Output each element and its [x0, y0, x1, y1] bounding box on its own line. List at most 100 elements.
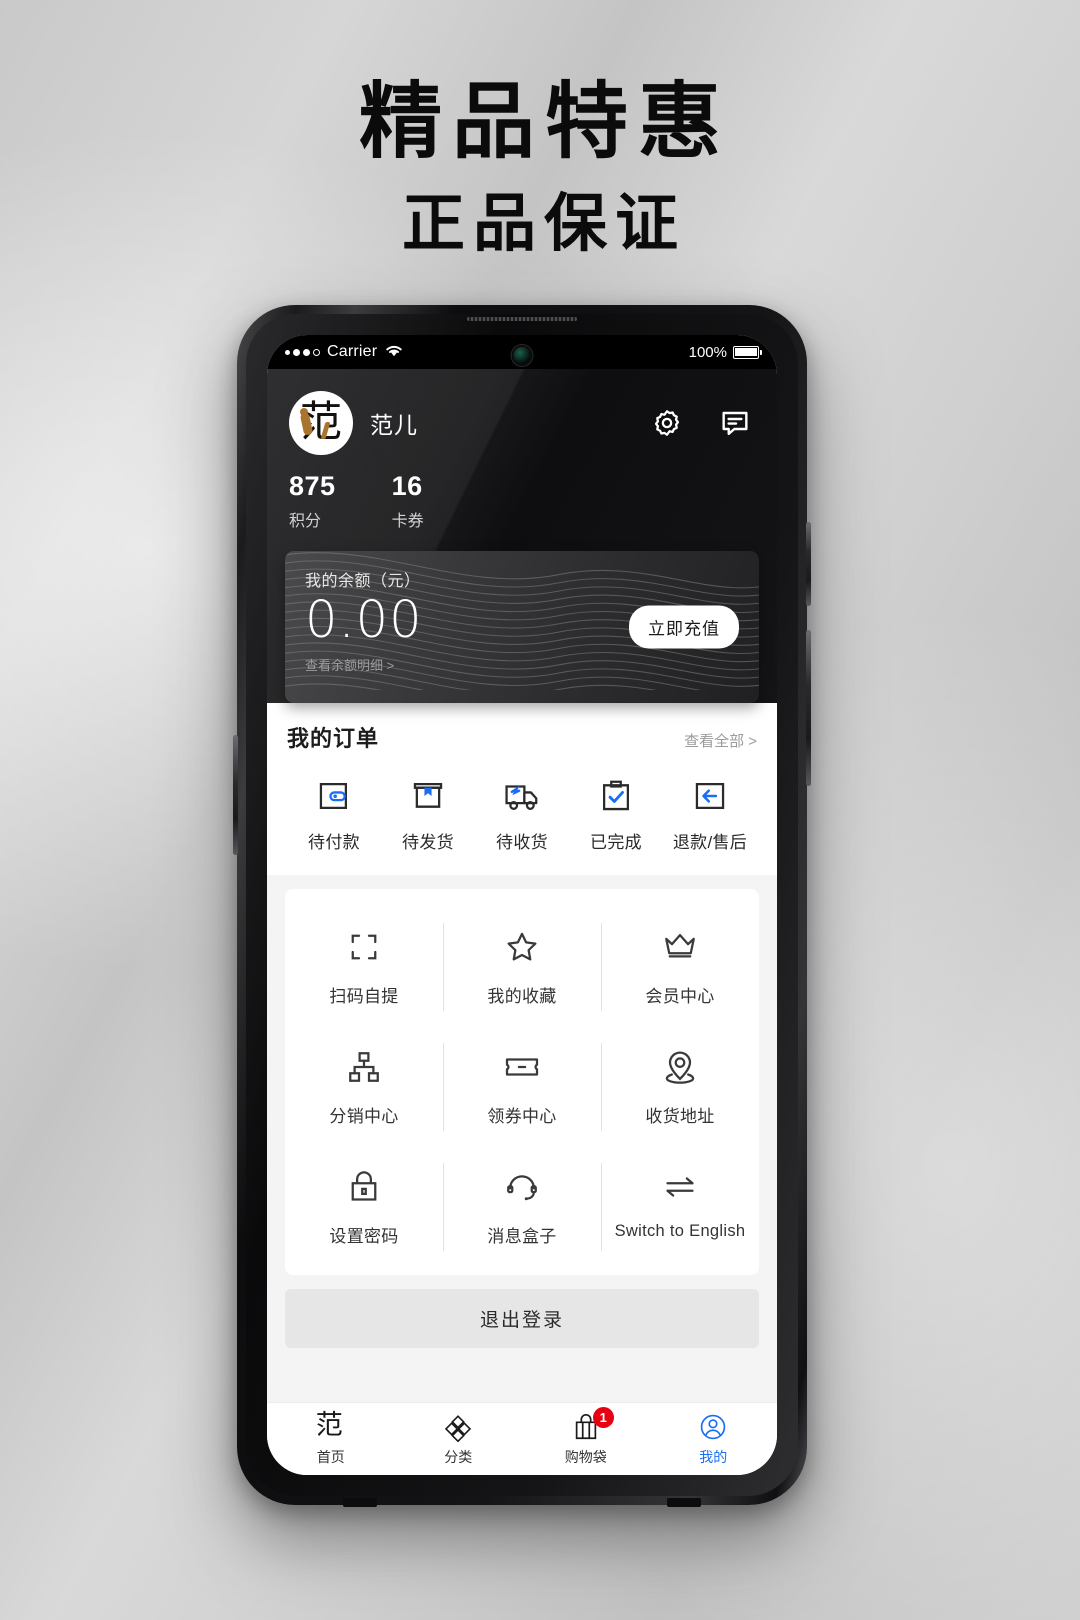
order-status-completed[interactable]: 已完成	[569, 777, 663, 853]
order-status-label: 待收货	[496, 833, 548, 852]
order-status-label: 待付款	[308, 833, 360, 852]
bottom-tab-bar: 范 首页 分类 1 购物袋 我的	[267, 1402, 777, 1475]
stat-points[interactable]: 875 积分	[289, 471, 336, 531]
earpiece-speaker	[467, 317, 577, 321]
home-glyph-char: 范	[315, 1410, 343, 1440]
balance-card: 我的余额（元） 0.00 查看余额明细 > 立即充值	[285, 551, 759, 703]
username-label: 范儿	[370, 412, 418, 438]
menu-item-label: 我的收藏	[487, 987, 557, 1006]
volume-button[interactable]	[806, 522, 811, 606]
phone-screen: Carrier 100% 范 范儿 875 积分 16 卡券 我的余额（元） 0…	[267, 335, 777, 1475]
crown-icon	[660, 927, 700, 967]
star-icon	[502, 927, 542, 967]
signal-strength-icon	[285, 348, 320, 356]
scan-icon	[344, 927, 384, 967]
clipboard-check-icon	[597, 777, 635, 815]
order-status-label: 待发货	[402, 833, 454, 852]
promo-headline: 精品特惠 正品保证	[0, 76, 1080, 264]
orders-view-all-link[interactable]: 查看全部 >	[684, 730, 757, 751]
menu-item-message-box[interactable]: 消息盒子	[443, 1149, 601, 1269]
menu-item-address[interactable]: 收货地址	[601, 1029, 759, 1149]
header-actions	[651, 407, 755, 439]
phone-foot-right	[667, 1498, 701, 1507]
orders-title: 我的订单	[287, 726, 380, 751]
menu-item-label: 分销中心	[329, 1107, 399, 1126]
swap-arrows-icon	[660, 1167, 700, 1207]
stat-label: 积分	[289, 513, 322, 530]
order-status-shipping[interactable]: 待收货	[475, 777, 569, 853]
profile-row: 范 范儿	[267, 369, 777, 455]
menu-item-label: Switch to English	[614, 1222, 746, 1240]
menu-item-coupons[interactable]: 领券中心	[443, 1029, 601, 1149]
menu-item-label: 领券中心	[487, 1107, 557, 1126]
menu-row-2: 分销中心 领券中心 收货地址	[285, 1029, 759, 1149]
profile-stats: 875 积分 16 卡券	[267, 455, 777, 553]
balance-label: 我的余额（元）	[305, 573, 421, 590]
tab-home[interactable]: 范 首页	[267, 1412, 395, 1467]
chat-icon[interactable]	[719, 407, 751, 439]
cart-badge: 1	[592, 1407, 614, 1428]
location-pin-icon	[660, 1047, 700, 1087]
logout-section: 退出登录	[267, 1275, 777, 1348]
order-status-label: 已完成	[590, 833, 642, 852]
promo-line-1: 精品特惠	[359, 76, 731, 168]
battery-icon	[733, 345, 762, 359]
coupon-icon	[502, 1047, 542, 1087]
menu-item-membership[interactable]: 会员中心	[601, 909, 759, 1029]
category-diamond-icon	[443, 1412, 473, 1443]
headset-icon	[502, 1167, 542, 1207]
lock-icon	[344, 1167, 384, 1207]
menu-item-label: 会员中心	[645, 987, 715, 1006]
menu-item-set-password[interactable]: 设置密码	[285, 1149, 443, 1269]
network-icon	[344, 1047, 384, 1087]
tab-label: 我的	[699, 1449, 728, 1465]
menu-item-label: 消息盒子	[487, 1227, 557, 1246]
tab-category[interactable]: 分类	[395, 1412, 523, 1467]
menu-item-favorites[interactable]: 我的收藏	[443, 909, 601, 1029]
phone-bezel: Carrier 100% 范 范儿 875 积分 16 卡券 我的余额（元） 0…	[246, 314, 798, 1496]
avatar[interactable]: 范	[289, 391, 353, 455]
menu-row-3: 设置密码 消息盒子 Switch to English	[285, 1149, 759, 1269]
stat-label: 卡券	[391, 513, 424, 530]
stat-coupons[interactable]: 16 卡券	[392, 471, 424, 531]
menu-section: 扫码自提 我的收藏 会员中心 分销中心 领券中心 收货地址 设置密码 消息盒子 …	[267, 875, 777, 1275]
front-camera-icon	[513, 347, 531, 364]
order-status-refund[interactable]: 退款/售后	[663, 777, 757, 853]
app-root: Carrier 100% 范 范儿 875 积分 16 卡券 我的余额（元） 0…	[267, 335, 777, 1475]
phone-mockup: Carrier 100% 范 范儿 875 积分 16 卡券 我的余额（元） 0…	[233, 305, 811, 1507]
orders-header: 我的订单 查看全部 >	[287, 721, 757, 753]
phone-foot-left	[343, 1498, 377, 1507]
topup-button[interactable]: 立即充值	[629, 605, 739, 649]
order-status-label: 退款/售后	[672, 833, 748, 852]
menu-item-label: 扫码自提	[329, 987, 399, 1006]
wallet-icon	[315, 777, 353, 815]
profile-header: 范 范儿 875 积分 16 卡券 我的余额（元） 0.00 查看余额明细 > …	[267, 369, 777, 703]
order-status-to-ship[interactable]: 待发货	[381, 777, 475, 853]
balance-detail-link[interactable]: 查看余额明细 >	[305, 655, 739, 674]
menu-card: 扫码自提 我的收藏 会员中心 分销中心 领券中心 收货地址 设置密码 消息盒子 …	[285, 889, 759, 1275]
battery-percent-label: 100%	[688, 343, 727, 361]
menu-item-label: 设置密码	[329, 1227, 399, 1246]
tab-mine[interactable]: 我的	[650, 1412, 778, 1467]
order-status-unpaid[interactable]: 待付款	[287, 777, 381, 853]
menu-item-scan-pickup[interactable]: 扫码自提	[285, 909, 443, 1029]
stat-value: 16	[391, 471, 423, 501]
balance-card-wrap: 我的余额（元） 0.00 查看余额明细 > 立即充值	[267, 551, 777, 703]
truck-icon	[503, 777, 541, 815]
menu-item-distribution[interactable]: 分销中心	[285, 1029, 443, 1149]
package-icon	[409, 777, 447, 815]
menu-item-switch-language[interactable]: Switch to English	[601, 1149, 759, 1269]
display-notch	[458, 335, 586, 369]
left-side-button[interactable]	[233, 735, 238, 855]
power-button[interactable]	[806, 630, 811, 786]
wifi-icon	[384, 343, 404, 362]
status-bar-left: Carrier	[285, 343, 404, 362]
tab-label: 购物袋	[564, 1449, 607, 1465]
stat-value: 875	[289, 471, 336, 501]
logout-button[interactable]: 退出登录	[285, 1289, 759, 1348]
gear-icon[interactable]	[651, 407, 683, 439]
shopping-bag-icon: 1	[571, 1407, 614, 1442]
menu-row-1: 扫码自提 我的收藏 会员中心	[285, 909, 759, 1029]
promo-line-2: 正品保证	[402, 188, 686, 259]
tab-shopping-bag[interactable]: 1 购物袋	[522, 1407, 650, 1467]
